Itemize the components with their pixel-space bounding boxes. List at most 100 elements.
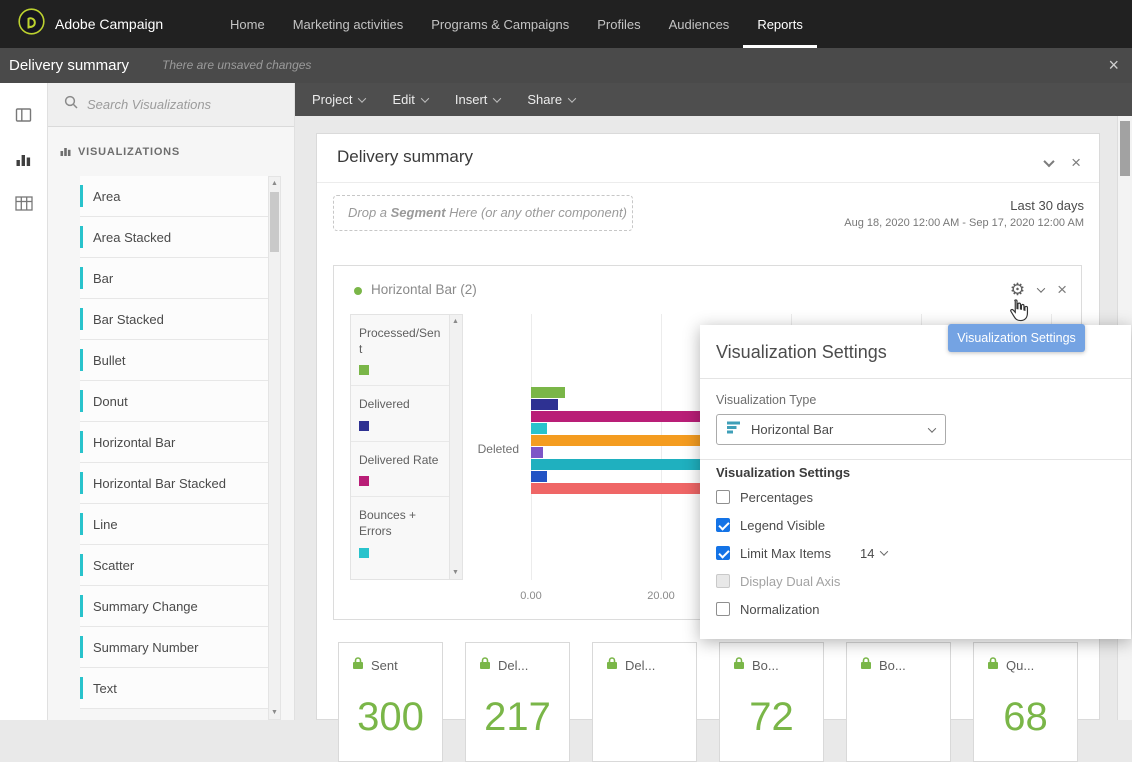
collapse-chevron-icon[interactable] [1036,283,1046,293]
summary-card-delivered[interactable]: Del... 217 [465,642,570,762]
divider [700,378,1131,379]
mini-bar-chart-icon [60,143,71,161]
viz-item-area[interactable]: Area [80,176,268,217]
nav-home[interactable]: Home [216,0,279,48]
visualization-type-value: Horizontal Bar [751,422,834,437]
checkbox[interactable] [716,602,730,616]
bar[interactable] [531,447,543,458]
bar[interactable] [531,423,547,434]
scroll-up-icon[interactable]: ▲ [450,315,461,328]
brand-name: Adobe Campaign [55,16,164,32]
card-label: Bo... [752,658,779,673]
visualization-type-select[interactable]: Horizontal Bar [716,414,946,445]
divider [700,459,1131,460]
panels-icon[interactable] [15,107,33,125]
chevron-down-icon [880,547,889,556]
collapse-chevron-icon[interactable] [1043,155,1055,167]
nav-programs-campaigns[interactable]: Programs & Campaigns [417,0,583,48]
menu-insert[interactable]: Insert [455,92,502,107]
option-label: Legend Visible [740,517,826,533]
scroll-down-icon[interactable]: ▼ [450,566,461,579]
option-display-dual-axis[interactable]: Display Dual Axis [700,567,1131,595]
card-label: Qu... [1006,658,1035,673]
viz-item-horizontal-bar[interactable]: Horizontal Bar [80,422,268,463]
option-normalization[interactable]: Normalization [700,595,1131,623]
summary-card-delivered-rate[interactable]: Del... [592,642,697,762]
legend-item[interactable]: Delivered [351,386,449,442]
bar-chart-icon[interactable] [15,151,33,169]
gear-icon[interactable]: ⚙ [1010,281,1025,298]
viz-item-summary-change[interactable]: Summary Change [80,586,268,627]
close-icon[interactable]: × [1071,154,1081,171]
unsaved-changes-notice: There are unsaved changes [162,58,312,72]
search-input[interactable] [87,97,267,112]
checkbox[interactable] [716,574,730,588]
dropzone-text: Drop a [348,205,391,220]
summary-card-bounces[interactable]: Bo... 72 [719,642,824,762]
nav-marketing-activities[interactable]: Marketing activities [279,0,418,48]
bar[interactable] [531,435,707,446]
date-range[interactable]: Last 30 days Aug 18, 2020 12:00 AM - Sep… [844,198,1084,229]
option-legend-visible[interactable]: Legend Visible [700,511,1131,539]
table-icon[interactable] [15,196,33,214]
viz-item-label: Area [93,188,121,204]
legend-swatch [359,365,369,376]
brand: Adobe Campaign [18,0,163,48]
sidebar-scrollbar[interactable]: ▲ ▼ [268,176,281,720]
viz-item-label: Summary Change [93,598,198,614]
viz-item-bar[interactable]: Bar [80,258,268,299]
checkbox[interactable] [716,490,730,504]
legend-scrollbar[interactable]: ▲ ▼ [449,315,462,579]
scroll-down-icon[interactable]: ▼ [269,706,280,719]
viz-item-text[interactable]: Text [80,668,268,709]
viz-item-bar-stacked[interactable]: Bar Stacked [80,299,268,340]
dropzone-text-bold: Segment [390,205,446,220]
summary-card-sent[interactable]: Sent 300 [338,642,443,762]
nav-reports[interactable]: Reports [743,0,817,48]
page-title: Delivery summary [9,57,130,74]
viz-item-area-stacked[interactable]: Area Stacked [80,217,268,258]
menu-label: Edit [392,92,415,107]
close-icon[interactable]: × [1057,281,1067,298]
option-limit-max-items[interactable]: Limit Max Items 14 [700,539,1131,567]
gear-tooltip: Visualization Settings [948,324,1085,352]
limit-value-dropdown[interactable]: 14 [860,546,889,561]
bar[interactable] [531,471,547,482]
menu-share[interactable]: Share [527,92,577,107]
viz-item-summary-number[interactable]: Summary Number [80,627,268,668]
close-icon[interactable]: × [1108,48,1119,83]
nav-audiences[interactable]: Audiences [655,0,744,48]
viz-item-donut[interactable]: Donut [80,381,268,422]
nav-profiles[interactable]: Profiles [583,0,654,48]
option-percentages[interactable]: Percentages [700,483,1131,511]
bar[interactable] [531,483,707,494]
menu-project[interactable]: Project [312,92,367,107]
date-range-label: Last 30 days [1010,198,1084,213]
checkbox[interactable] [716,546,730,560]
card-label: Del... [498,658,529,673]
menu-edit[interactable]: Edit [392,92,430,107]
scroll-thumb[interactable] [270,192,279,252]
viz-item-line[interactable]: Line [80,504,268,545]
summary-card-bounce-rate[interactable]: Bo... [846,642,951,762]
card-label: Sent [371,658,398,673]
viz-item-horizontal-bar-stacked[interactable]: Horizontal Bar Stacked [80,463,268,504]
status-dot [354,287,362,295]
legend-item[interactable]: Delivered Rate [351,442,449,498]
viz-item-bullet[interactable]: Bullet [80,340,268,381]
viz-item-scatter[interactable]: Scatter [80,545,268,586]
legend-item[interactable]: Bounces + Errors [351,497,449,567]
segment-dropzone[interactable]: Drop a Segment Here (or any other compon… [333,195,633,231]
popup-section-title: Visualization Settings [716,465,851,480]
checkbox[interactable] [716,518,730,532]
bar[interactable] [531,459,707,470]
legend-item[interactable]: Processed/Sent [351,315,449,387]
bar[interactable] [531,399,558,410]
scroll-up-icon[interactable]: ▲ [269,177,280,190]
bar[interactable] [531,411,707,422]
scroll-thumb[interactable] [1120,121,1130,176]
bar[interactable] [531,387,565,398]
x-tick: 0.00 [520,590,542,602]
summary-card-quarantine[interactable]: Qu... 68 [973,642,1078,762]
card-value: 68 [1003,695,1048,739]
